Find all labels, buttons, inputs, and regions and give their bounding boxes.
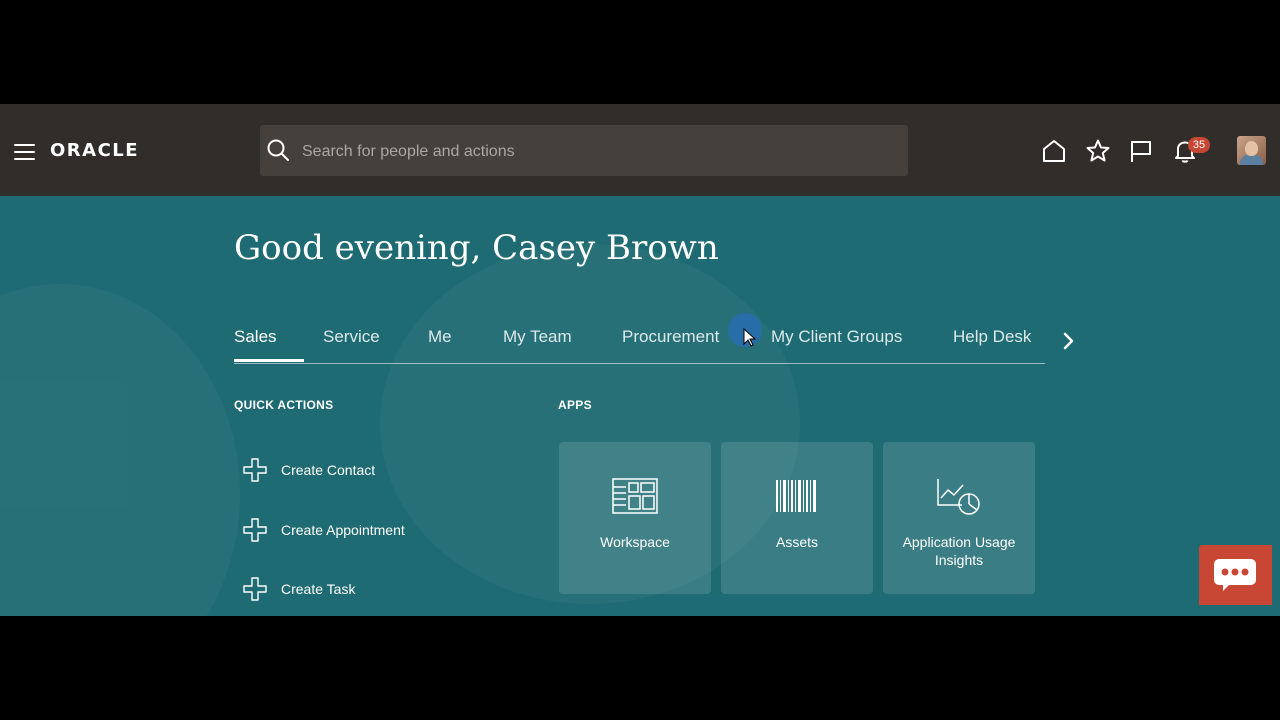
tab-sales[interactable]: Sales xyxy=(234,327,277,347)
apps-heading: APPS xyxy=(558,398,592,412)
oracle-home-page: ORACLE 35 Good evening, Casey Brown xyxy=(0,104,1280,616)
background-pattern xyxy=(0,284,240,616)
workspace-icon xyxy=(612,478,658,514)
chat-icon xyxy=(1214,559,1256,591)
search-input[interactable] xyxy=(300,125,894,178)
navigation-tabs: Sales Service Me My Team Procurement My … xyxy=(234,317,1045,364)
quick-action-label: Create Appointment xyxy=(281,522,405,538)
home-icon[interactable] xyxy=(1041,138,1067,164)
plus-icon xyxy=(243,518,267,542)
chevron-right-icon[interactable] xyxy=(1060,330,1078,352)
quick-actions-heading: QUICK ACTIONS xyxy=(234,398,334,412)
notification-count-badge: 35 xyxy=(1188,137,1210,153)
tab-my-client-groups[interactable]: My Client Groups xyxy=(771,327,902,347)
watchlist-icon[interactable] xyxy=(1128,138,1154,164)
app-tile-label: Workspace xyxy=(600,534,670,550)
chart-insights-icon xyxy=(937,479,980,515)
user-avatar[interactable] xyxy=(1237,136,1266,165)
tab-help-desk[interactable]: Help Desk xyxy=(953,327,1031,347)
global-header: ORACLE 35 xyxy=(0,104,1280,196)
global-search xyxy=(260,125,908,178)
quick-action-label: Create Contact xyxy=(281,462,376,478)
app-tile-label: Application Usage Insights xyxy=(902,534,1016,568)
tab-my-team[interactable]: My Team xyxy=(503,327,572,347)
app-tile-assets[interactable]: Assets xyxy=(721,442,873,594)
oracle-logo[interactable]: ORACLE xyxy=(50,140,139,161)
tab-me[interactable]: Me xyxy=(428,327,452,347)
plus-icon xyxy=(243,458,267,482)
app-tile-label: Assets xyxy=(775,534,818,550)
active-tab-indicator xyxy=(234,359,304,362)
plus-icon xyxy=(243,577,267,601)
menu-icon[interactable] xyxy=(14,144,35,160)
page-greeting: Good evening, Casey Brown xyxy=(234,228,719,268)
app-tile-application-usage-insights[interactable]: Application Usage Insights xyxy=(883,442,1035,594)
tab-procurement[interactable]: Procurement xyxy=(622,327,719,347)
tab-service[interactable]: Service xyxy=(323,327,380,347)
quick-action-label: Create Task xyxy=(281,581,356,597)
mouse-cursor-icon xyxy=(743,328,757,347)
app-tile-workspace[interactable]: Workspace xyxy=(559,442,711,594)
barcode-icon xyxy=(776,480,816,512)
search-icon xyxy=(267,139,289,161)
favorites-icon[interactable] xyxy=(1085,138,1111,164)
digital-assistant-button[interactable] xyxy=(1199,545,1272,605)
